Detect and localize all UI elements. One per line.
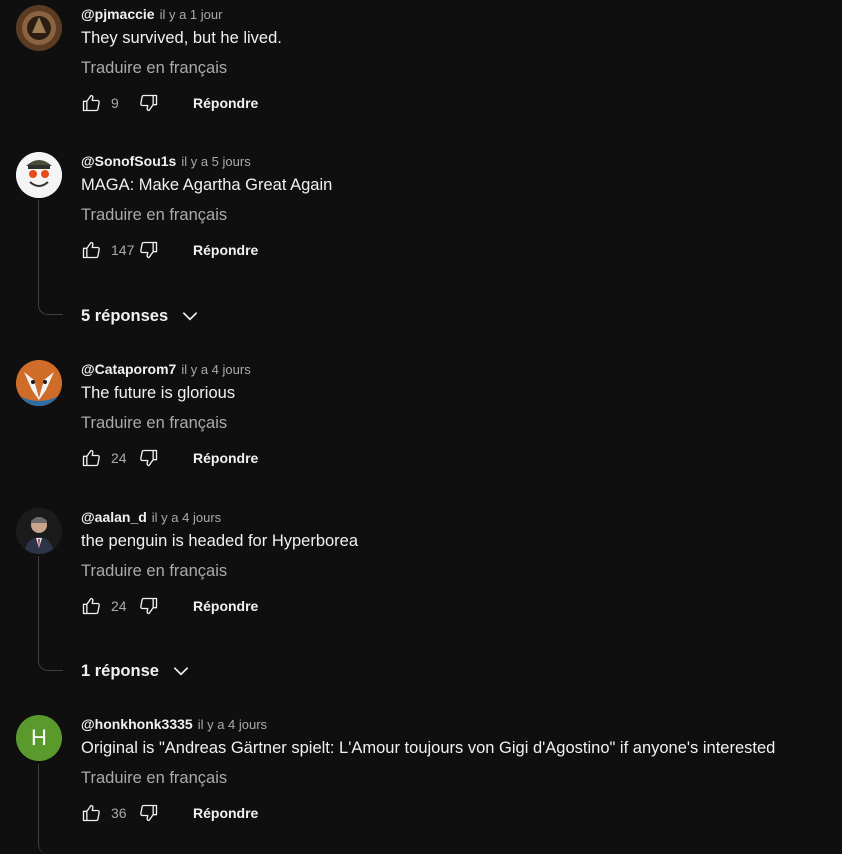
reply-button[interactable]: Répondre	[193, 95, 258, 111]
thumbs-down-icon[interactable]	[139, 240, 159, 260]
comment-time[interactable]: il y a 4 jours	[181, 362, 250, 377]
chevron-down-icon	[182, 312, 198, 321]
reply-button[interactable]: Répondre	[193, 450, 258, 466]
thumbs-down-icon[interactable]	[139, 448, 159, 468]
thumbs-down-icon[interactable]	[139, 803, 159, 823]
reply-button[interactable]: Répondre	[193, 242, 258, 258]
comment-text: the penguin is headed for Hyperborea	[81, 532, 359, 550]
author-line: @Cataporom7 il y a 4 jours	[81, 360, 251, 379]
like-count: 24	[111, 450, 127, 466]
avatar[interactable]: H	[16, 715, 62, 761]
author-handle[interactable]: @honkhonk3335	[81, 716, 193, 732]
comment-time[interactable]: il y a 4 jours	[198, 717, 267, 732]
author-handle[interactable]: @pjmaccie	[81, 6, 155, 22]
avatar[interactable]	[16, 360, 62, 406]
comment-text: They survived, but he lived.	[81, 29, 282, 47]
avatar[interactable]	[16, 508, 62, 554]
chevron-down-icon	[173, 667, 189, 676]
author-handle[interactable]: @aalan_d	[81, 509, 147, 525]
translate-link[interactable]: Traduire en français	[81, 204, 227, 226]
comment-actions: 24 Répondre	[81, 446, 258, 470]
like-count: 9	[111, 95, 119, 111]
thumbs-down-icon[interactable]	[139, 93, 159, 113]
author-handle[interactable]: @SonofSou1s	[81, 153, 176, 169]
author-line: @pjmaccie il y a 1 jour	[81, 5, 222, 24]
comment-actions: 36 Répondre	[81, 801, 258, 825]
thumbs-up-icon[interactable]	[81, 448, 101, 468]
thumbs-down-icon[interactable]	[139, 596, 159, 616]
thread-line	[38, 556, 63, 671]
thumbs-up-icon[interactable]	[81, 596, 101, 616]
comment-time[interactable]: il y a 4 jours	[152, 510, 221, 525]
thread-line	[38, 200, 63, 315]
show-replies-button[interactable]: 1 réponse	[81, 661, 191, 681]
comment-text: Original is "Andreas Gärtner spielt: L'A…	[81, 739, 776, 757]
translate-link[interactable]: Traduire en français	[81, 767, 227, 789]
reply-button[interactable]: Répondre	[193, 598, 258, 614]
author-line: @honkhonk3335 il y a 4 jours	[81, 715, 267, 734]
thumbs-up-icon[interactable]	[81, 240, 101, 260]
comment-actions: 147 Répondre	[81, 238, 258, 262]
thumbs-up-icon[interactable]	[81, 803, 101, 823]
author-handle[interactable]: @Cataporom7	[81, 361, 176, 377]
replies-count: 5 réponses	[81, 306, 169, 325]
comment-text: MAGA: Make Agartha Great Again	[81, 176, 333, 194]
comment-time[interactable]: il y a 1 jour	[160, 7, 223, 22]
comment-actions: 9 Répondre	[81, 91, 258, 115]
like-count: 24	[111, 598, 127, 614]
like-count: 36	[111, 805, 127, 821]
comment-time[interactable]: il y a 5 jours	[181, 154, 250, 169]
show-replies-button[interactable]: 5 réponses	[81, 306, 200, 326]
reply-button[interactable]: Répondre	[193, 805, 258, 821]
avatar[interactable]	[16, 5, 62, 51]
thread-line	[38, 764, 63, 854]
author-line: @aalan_d il y a 4 jours	[81, 508, 221, 527]
translate-link[interactable]: Traduire en français	[81, 57, 227, 79]
replies-count: 1 réponse	[81, 661, 159, 680]
thumbs-up-icon[interactable]	[81, 93, 101, 113]
comment-text: The future is glorious	[81, 384, 236, 402]
like-count: 147	[111, 242, 135, 258]
comment-actions: 24 Répondre	[81, 594, 258, 618]
author-line: @SonofSou1s il y a 5 jours	[81, 152, 251, 171]
translate-link[interactable]: Traduire en français	[81, 412, 227, 434]
translate-link[interactable]: Traduire en français	[81, 560, 227, 582]
avatar[interactable]	[16, 152, 62, 198]
